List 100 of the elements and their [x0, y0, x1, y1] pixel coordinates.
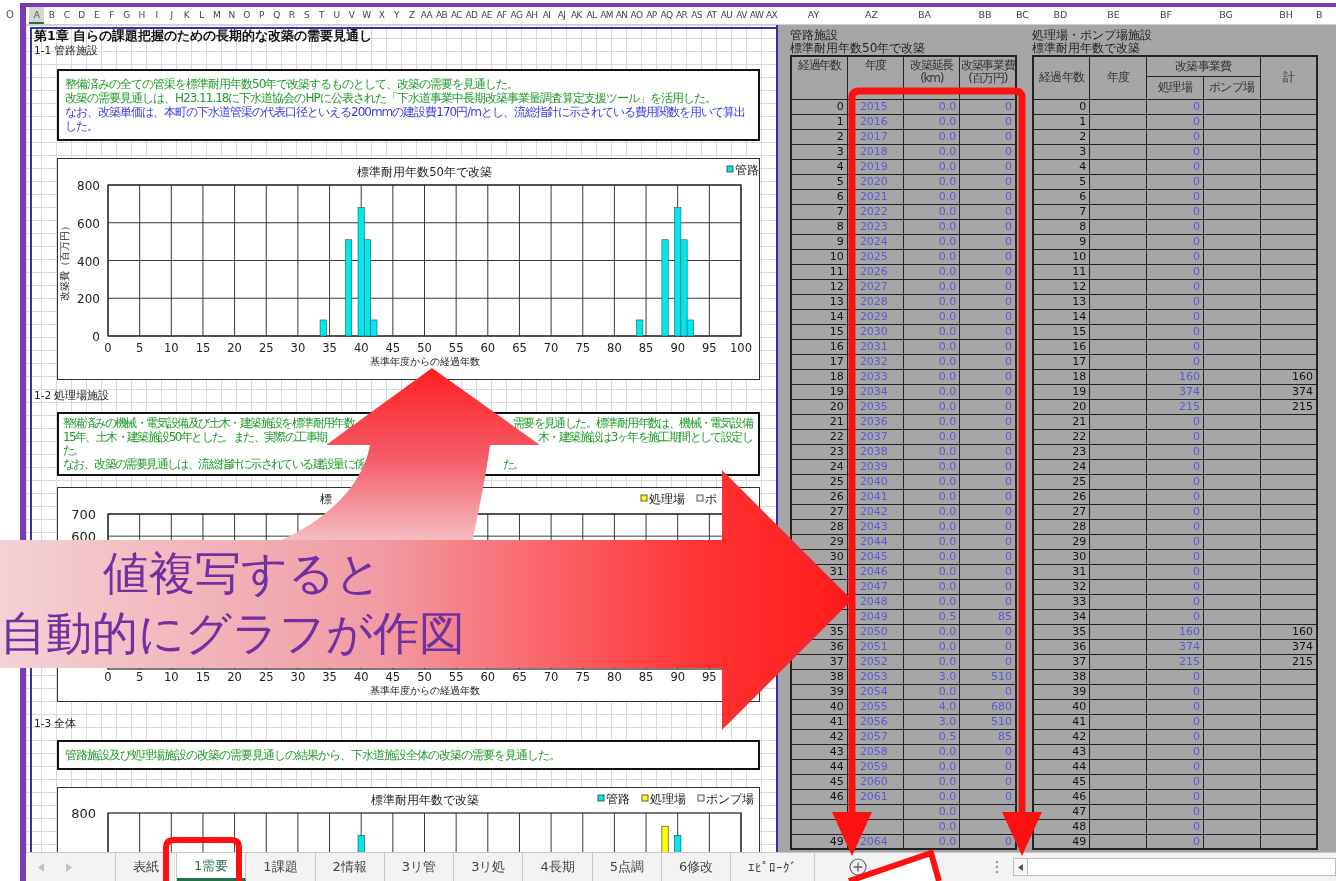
column-letter[interactable]: BG: [1196, 7, 1256, 24]
column-letter[interactable]: AC: [449, 7, 464, 24]
scroll-right-icon[interactable]: [65, 862, 72, 872]
table-cell: 43: [1033, 744, 1090, 759]
table-cell: 0: [959, 234, 1016, 249]
column-letter[interactable]: AG: [509, 7, 524, 24]
table-cell: 0: [959, 219, 1016, 234]
table-cell: 2056: [847, 714, 904, 729]
column-letter[interactable]: AT: [704, 7, 719, 24]
table-cell: 15: [1033, 324, 1090, 339]
column-letter[interactable]: AY: [778, 7, 849, 24]
column-letter[interactable]: C: [59, 7, 74, 24]
column-letter[interactable]: AE: [479, 7, 494, 24]
axis-label: 65: [512, 341, 527, 355]
sheet-tab[interactable]: ｴﾋﾟﾛｰｸﾞ: [731, 853, 816, 881]
column-letter[interactable]: AL: [584, 7, 599, 24]
horizontal-scrollbar[interactable]: [1013, 858, 1336, 876]
column-letter[interactable]: AN: [614, 7, 629, 24]
column-letter[interactable]: V: [344, 7, 359, 24]
column-letter[interactable]: BA: [894, 7, 955, 24]
column-letter[interactable]: P: [254, 7, 269, 24]
column-letter[interactable]: A: [29, 7, 44, 24]
scroll-left-icon[interactable]: [1018, 863, 1023, 871]
column-letter[interactable]: AB: [434, 7, 449, 24]
column-letter[interactable]: AP: [644, 7, 659, 24]
table-cell: 2019: [847, 159, 904, 174]
column-letter[interactable]: Y: [389, 7, 404, 24]
column-letter[interactable]: AU: [719, 7, 734, 24]
column-letter[interactable]: B: [44, 7, 59, 24]
column-letter[interactable]: BC: [1015, 7, 1030, 24]
table-cell: 2033: [847, 369, 904, 384]
column-letter[interactable]: BF: [1136, 7, 1196, 24]
column-letter[interactable]: W: [359, 7, 374, 24]
column-letter[interactable]: BB: [955, 7, 1015, 24]
column-letter[interactable]: O: [0, 0, 14, 20]
legend-label: 処理場: [649, 492, 685, 506]
table-cell: 0: [1146, 249, 1204, 264]
column-letter[interactable]: Z: [404, 7, 419, 24]
column-letter[interactable]: T: [314, 7, 329, 24]
column-letter[interactable]: E: [89, 7, 104, 24]
table-cell: 4.0: [903, 699, 960, 714]
column-letter[interactable]: O: [239, 7, 254, 24]
column-letter[interactable]: I: [149, 7, 164, 24]
column-letter[interactable]: AJ: [554, 7, 569, 24]
column-letter[interactable]: AZ: [849, 7, 894, 24]
column-letter[interactable]: AQ: [659, 7, 674, 24]
column-letter[interactable]: BD: [1030, 7, 1091, 24]
column-letter[interactable]: N: [224, 7, 239, 24]
sheet-tab[interactable]: 3リ処: [454, 853, 524, 881]
more-options-icon[interactable]: [995, 860, 999, 874]
sheet-tab[interactable]: 6修改: [661, 853, 732, 881]
table-cell: 0.0: [903, 579, 960, 594]
sheet-tab[interactable]: 2情報: [315, 853, 385, 881]
column-letter[interactable]: BE: [1091, 7, 1136, 24]
sheet-tab[interactable]: 3リ管: [384, 853, 455, 881]
column-letter[interactable]: AS: [689, 7, 704, 24]
column-letter[interactable]: R: [284, 7, 299, 24]
sheet-tab[interactable]: 1課題: [246, 853, 316, 881]
column-letter[interactable]: K: [179, 7, 194, 24]
table-cell: 1: [1033, 114, 1090, 129]
table-cell: 160: [1260, 369, 1317, 384]
table-cell: 0: [959, 579, 1016, 594]
column-letter[interactable]: B: [1316, 7, 1332, 24]
table-cell: 2032: [847, 354, 904, 369]
sheet-tab[interactable]: 1需要: [177, 853, 247, 881]
column-letter[interactable]: AK: [569, 7, 584, 24]
column-letter[interactable]: AR: [674, 7, 689, 24]
column-letter[interactable]: J: [164, 7, 179, 24]
column-letter[interactable]: H: [134, 7, 149, 24]
axis-label: 25: [258, 341, 274, 355]
sheet-tab[interactable]: 4長期: [523, 853, 593, 881]
column-letter[interactable]: BH: [1256, 7, 1316, 24]
column-letter[interactable]: AW: [749, 7, 764, 24]
column-letter[interactable]: Q: [269, 7, 284, 24]
table-cell: 32: [1033, 579, 1090, 594]
column-letter[interactable]: AX: [764, 7, 778, 24]
column-letter[interactable]: L: [194, 7, 209, 24]
column-letter[interactable]: AI: [539, 7, 554, 24]
table-cell: 2034: [847, 384, 904, 399]
column-letter[interactable]: S: [299, 7, 314, 24]
column-letter[interactable]: F: [104, 7, 119, 24]
table-cell: 0.0: [903, 144, 960, 159]
column-letter[interactable]: AM: [599, 7, 614, 24]
column-letter[interactable]: G: [119, 7, 134, 24]
column-letter[interactable]: AD: [464, 7, 479, 24]
add-sheet-icon[interactable]: [849, 858, 868, 876]
column-letter[interactable]: D: [74, 7, 89, 24]
note-text: 15年、土木・建築施設50年とした。また、実際の工事期: [63, 430, 327, 444]
column-letter[interactable]: AH: [524, 7, 539, 24]
sheet-tab[interactable]: 5点調: [592, 853, 662, 881]
column-letter[interactable]: AO: [629, 7, 644, 24]
table-cell: 16: [1033, 339, 1090, 354]
table-cell: 2022: [847, 204, 904, 219]
bar: [319, 319, 327, 337]
column-letter[interactable]: M: [209, 7, 224, 24]
column-letter[interactable]: X: [374, 7, 389, 24]
column-letter[interactable]: AA: [419, 7, 434, 24]
column-letter[interactable]: AV: [734, 7, 749, 24]
column-letter[interactable]: AF: [494, 7, 509, 24]
column-letter[interactable]: U: [329, 7, 344, 24]
